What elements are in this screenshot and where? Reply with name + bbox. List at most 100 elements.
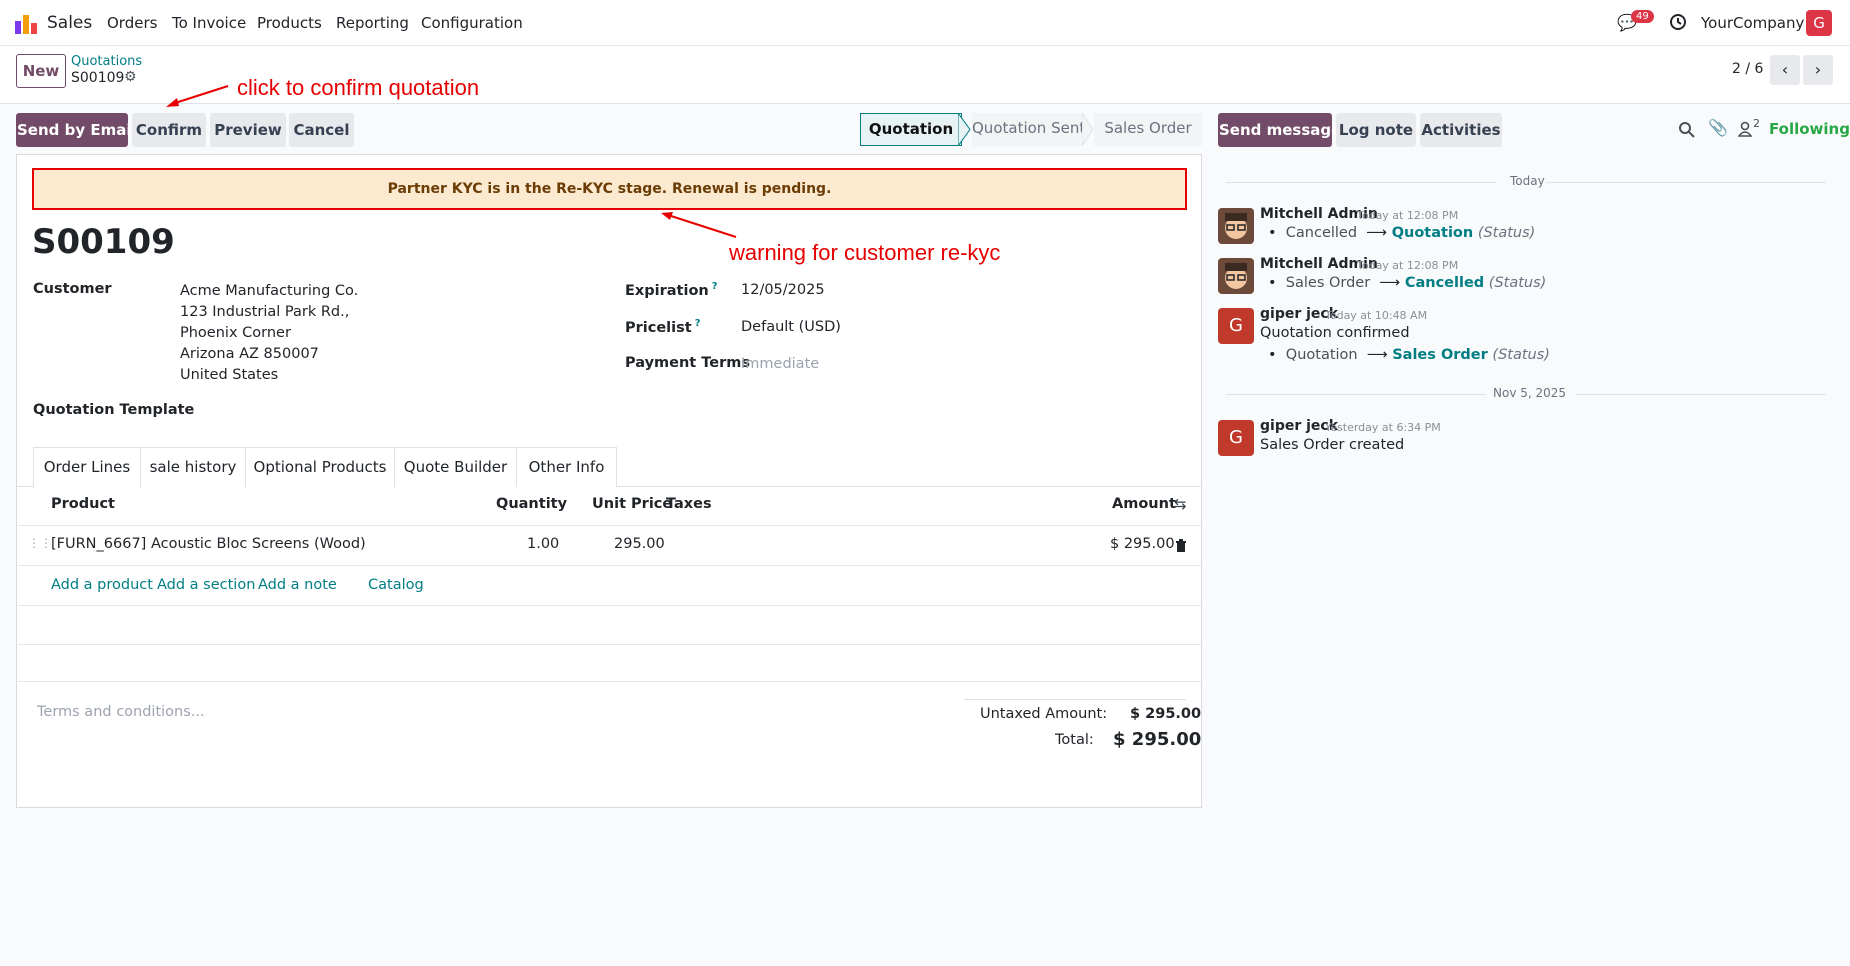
drag-handle-icon[interactable]: ⋮⋮ [28,536,52,550]
expiration-field[interactable]: 12/05/2025 [741,282,825,298]
cancel-button[interactable]: Cancel [289,113,354,147]
avatar-image [1225,213,1247,239]
send-by-email-button[interactable]: Send by Email [16,113,137,147]
column-taxes[interactable]: Taxes [666,496,712,512]
annotation-arrow-kyc [661,212,737,238]
row-divider [16,681,1202,682]
send-message-button[interactable]: Send message [1218,113,1341,147]
log-note-button[interactable]: Log note [1336,113,1416,147]
company-switcher[interactable]: YourCompany [1701,14,1804,32]
followers-icon[interactable] [1738,121,1752,137]
date-separator-line [1226,182,1496,183]
tracking-line: • Sales Order ⟶ Cancelled (Status) [1268,275,1547,291]
tracking-line: • Cancelled ⟶ Quotation (Status) [1268,225,1536,241]
activity-clock-icon[interactable] [1669,13,1687,31]
confirm-button[interactable]: Confirm [132,113,206,147]
preview-button[interactable]: Preview [210,113,286,147]
record-title: S00109 [32,222,175,262]
chevron-right-icon: › [1814,60,1822,79]
row-product[interactable]: [FURN_6667] Acoustic Bloc Screens (Wood) [51,536,366,552]
message-time: Yesterday at 6:34 PM [1325,421,1441,434]
column-quantity[interactable]: Quantity [496,496,567,512]
date-separator-line [1226,394,1486,395]
total-label: Total: [1055,732,1094,748]
paperclip-icon[interactable]: 📎 [1708,118,1728,137]
untaxed-amount-value: $ 295.00 [1130,706,1202,722]
arrow-right-icon: ⟶ [1361,225,1392,241]
stage-arrow-1 [958,113,971,146]
message-time: Today at 12:08 PM [1357,259,1459,272]
menu-to-invoice[interactable]: To Invoice [172,14,246,32]
search-icon[interactable] [1678,121,1695,138]
menu-configuration[interactable]: Configuration [421,14,523,32]
pricelist-field[interactable]: Default (USD) [741,319,841,335]
arrow-right-icon: ⟶ [1362,347,1393,363]
author-avatar[interactable]: G [1218,420,1254,456]
add-note-link[interactable]: Add a note [258,577,337,593]
tab-order-lines[interactable]: Order Lines [33,447,141,488]
bullet: • [1268,275,1286,291]
gear-icon[interactable]: ⚙ [124,69,137,85]
untaxed-amount-label: Untaxed Amount: [980,706,1108,722]
totals-divider [964,699,1186,700]
chevron-left-icon: ‹ [1781,60,1789,79]
help-tooltip-icon[interactable]: ? [695,318,701,329]
pager-next-button[interactable]: › [1803,55,1833,85]
tab-sale-history[interactable]: sale history [141,447,246,487]
breadcrumb-quotations[interactable]: Quotations [71,54,142,69]
menu-orders[interactable]: Orders [107,14,157,32]
trash-icon[interactable] [1174,538,1188,553]
menu-reporting[interactable]: Reporting [336,14,409,32]
column-settings-icon[interactable]: ⇆ [1174,495,1187,513]
pager-value[interactable]: 2 / 6 [1732,61,1763,77]
payment-terms-label: Payment Terms [625,355,750,371]
messages-count-badge: 49 [1631,10,1654,23]
bullet: • [1268,225,1286,241]
date-separator-line [1546,182,1826,183]
annotation-kyc-note: warning for customer re-kyc [729,240,1001,265]
message-time: Today at 10:48 AM [1325,309,1428,322]
add-product-link[interactable]: Add a product [51,577,153,593]
payment-terms-field[interactable]: Immediate [741,356,819,372]
stage-sales-order[interactable]: Sales Order [1094,113,1202,146]
row-quantity[interactable]: 1.00 [527,536,559,552]
new-button[interactable]: New [16,54,66,88]
tab-quote-builder[interactable]: Quote Builder [395,447,517,487]
column-product[interactable]: Product [51,496,115,512]
customer-address[interactable]: Acme Manufacturing Co. 123 Industrial Pa… [180,281,358,386]
author-avatar[interactable] [1218,258,1254,294]
catalog-link[interactable]: Catalog [368,577,424,593]
row-divider [16,605,1202,606]
tracking-line: • Quotation ⟶ Sales Order (Status) [1268,347,1550,363]
pager-previous-button[interactable]: ‹ [1770,55,1800,85]
row-divider [16,644,1202,645]
customer-name[interactable]: Acme Manufacturing Co. [180,281,358,302]
user-avatar[interactable]: G [1806,10,1832,36]
help-tooltip-icon[interactable]: ? [712,281,718,292]
sales-app-icon[interactable] [14,11,38,35]
message-body: Sales Order created [1260,437,1405,453]
breadcrumb-current-record: S00109 [71,70,125,86]
activities-button[interactable]: Activities [1420,113,1502,147]
date-separator-line [1576,394,1826,395]
menu-products[interactable]: Products [257,14,322,32]
column-amount[interactable]: Amount [1112,496,1176,512]
stage-quotation-sent[interactable]: Quotation Sent [972,113,1085,146]
customer-country: United States [180,367,279,383]
stage-quotation[interactable]: Quotation [860,113,962,146]
kyc-warning-alert: Partner KYC is in the Re-KYC stage. Rene… [32,168,1187,210]
quotation-template-label: Quotation Template [33,402,195,418]
author-avatar[interactable] [1218,208,1254,244]
terms-and-conditions-field[interactable]: Terms and conditions... [37,704,205,720]
tab-optional-products[interactable]: Optional Products [246,447,395,487]
column-unit-price[interactable]: Unit Price [592,496,672,512]
following-button[interactable]: Following [1769,120,1850,138]
author-avatar[interactable]: G [1218,308,1254,344]
add-section-link[interactable]: Add a section [157,577,255,593]
app-name[interactable]: Sales [47,13,92,33]
tab-other-info[interactable]: Other Info [517,447,617,487]
pricelist-label: Pricelist? [625,318,701,336]
table-row[interactable]: ⋮⋮ [FURN_6667] Acoustic Bloc Screens (Wo… [16,526,1202,565]
customer-state-zip: Arizona AZ 850007 [180,346,319,362]
row-unit-price[interactable]: 295.00 [614,536,665,552]
